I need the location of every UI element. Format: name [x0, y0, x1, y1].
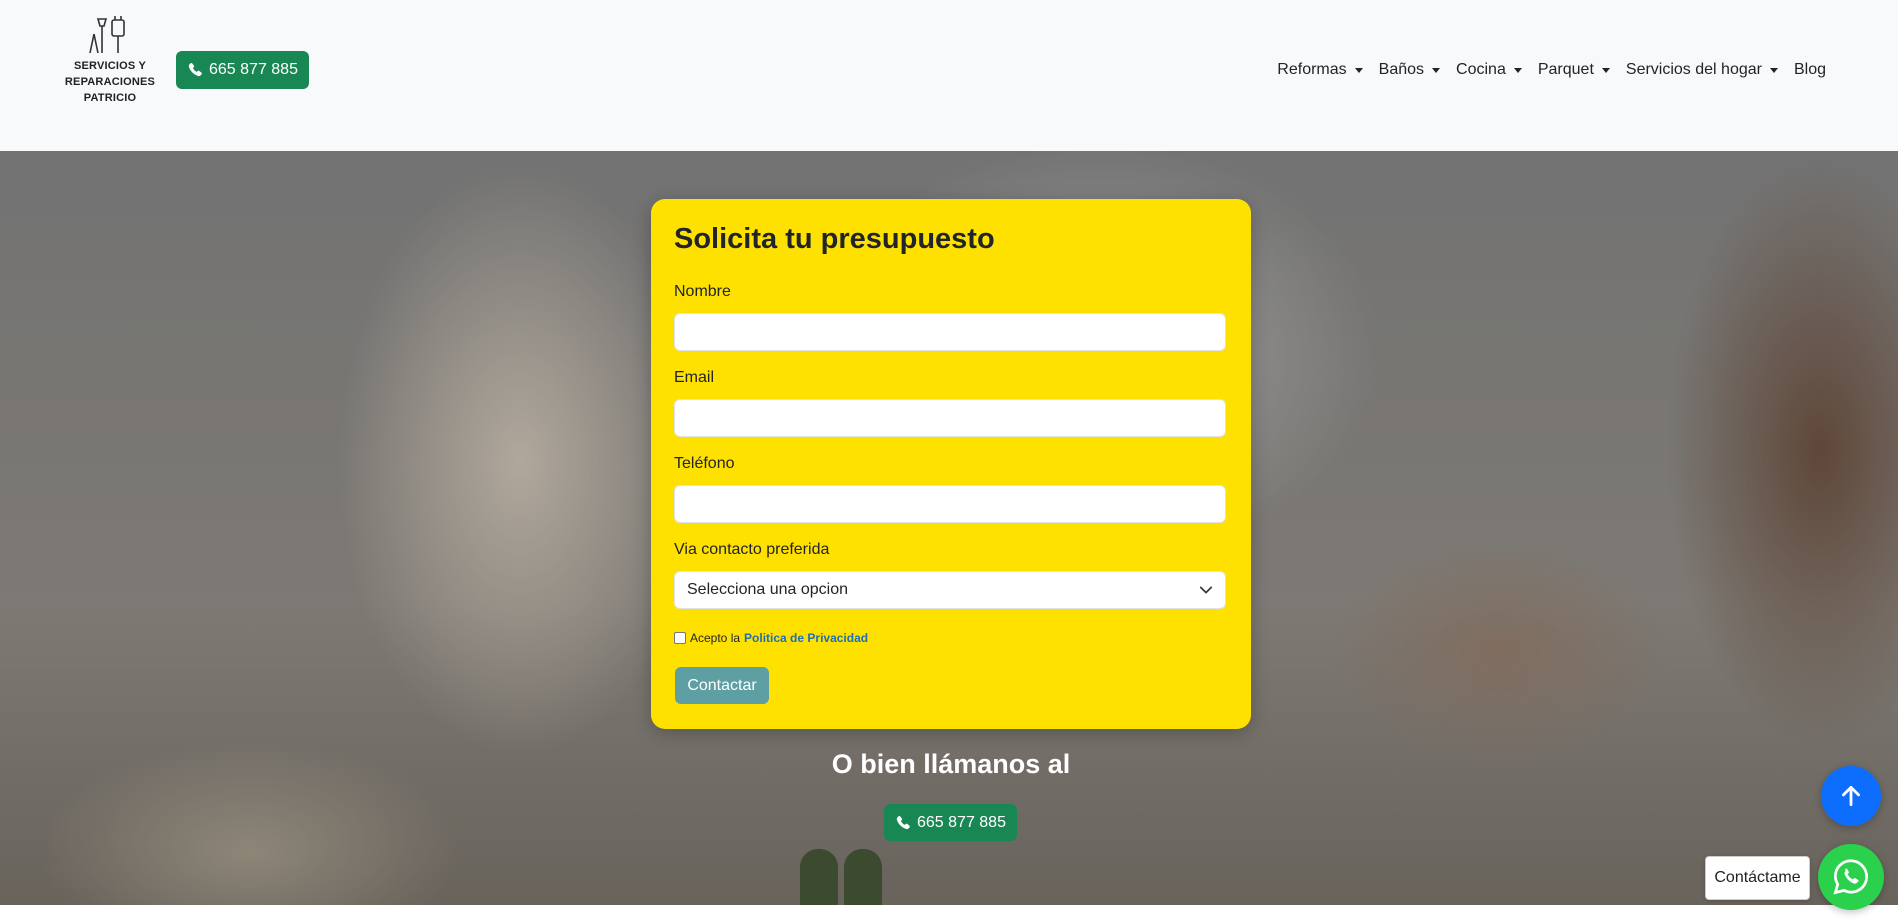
- cactus-decoration: [800, 849, 838, 905]
- contact-via-select[interactable]: Selecciona una opcion: [674, 571, 1226, 609]
- cactus-decoration: [844, 849, 882, 905]
- caret-down-icon: [1354, 67, 1363, 73]
- nav-item-reformas[interactable]: Reformas: [1269, 61, 1370, 79]
- privacy-checkbox[interactable]: [674, 632, 686, 644]
- phone-icon: [188, 62, 202, 77]
- main-nav: Reformas Baños Cocina Parquet Servicios …: [1269, 58, 1834, 82]
- scroll-to-top-button[interactable]: [1821, 766, 1881, 826]
- caret-down-icon: [1601, 67, 1610, 73]
- caret-down-icon: [1432, 67, 1441, 73]
- header-phone-label: 665 877 885: [209, 61, 298, 78]
- nav-item-parquet[interactable]: Parquet: [1530, 61, 1618, 79]
- call-us-heading: O bien llámanos al: [831, 749, 1071, 779]
- form-title: Solicita tu presupuesto: [674, 223, 995, 255]
- nav-label: Cocina: [1456, 61, 1506, 78]
- privacy-policy-link[interactable]: Politica de Privacidad: [744, 631, 868, 645]
- site-header: SERVICIOS Y REPARACIONES PATRICIO 665 87…: [0, 0, 1898, 151]
- whatsapp-icon: [1833, 859, 1869, 895]
- contact-via-selected: Selecciona una opcion: [687, 581, 849, 598]
- tools-logo-icon: [89, 16, 125, 54]
- caret-down-icon: [1769, 67, 1778, 73]
- name-input[interactable]: [674, 313, 1226, 351]
- email-label: Email: [674, 369, 715, 386]
- email-input[interactable]: [674, 399, 1226, 437]
- hero-phone-button[interactable]: 665 877 885: [884, 804, 1017, 841]
- accept-text: Acepto la: [690, 631, 741, 645]
- whatsapp-button[interactable]: [1818, 844, 1884, 910]
- chevron-down-icon: [1199, 583, 1213, 597]
- contact-me-bubble[interactable]: Contáctame: [1705, 856, 1810, 900]
- name-label: Nombre: [674, 283, 731, 300]
- header-phone-button[interactable]: 665 877 885: [176, 51, 309, 89]
- nav-label: Blog: [1793, 61, 1826, 78]
- contact-submit-button[interactable]: Contactar: [675, 667, 769, 704]
- privacy-row: Acepto la Politica de Privacidad: [674, 631, 868, 645]
- nav-label: Reformas: [1277, 61, 1347, 78]
- quote-form-card: Solicita tu presupuesto Nombre Email Tel…: [651, 199, 1251, 729]
- hero-phone-label: 665 877 885: [917, 813, 1006, 831]
- nav-label: Baños: [1378, 61, 1425, 78]
- caret-down-icon: [1513, 67, 1522, 73]
- arrow-up-icon: [1842, 785, 1860, 807]
- phone-label: Teléfono: [674, 455, 735, 472]
- nav-label: Servicios del hogar: [1625, 61, 1762, 78]
- nav-item-blog[interactable]: Blog: [1786, 61, 1834, 79]
- contact-via-label: Via contacto preferida: [674, 541, 830, 558]
- nav-item-servicios-hogar[interactable]: Servicios del hogar: [1618, 61, 1786, 79]
- nav-item-cocina[interactable]: Cocina: [1448, 61, 1530, 79]
- nav-item-banos[interactable]: Baños: [1371, 61, 1448, 79]
- logo-text: SERVICIOS Y REPARACIONES PATRICIO: [64, 60, 156, 104]
- phone-input[interactable]: [674, 485, 1226, 523]
- phone-icon: [896, 815, 910, 829]
- nav-label: Parquet: [1537, 61, 1594, 78]
- site-logo[interactable]: SERVICIOS Y REPARACIONES PATRICIO: [64, 16, 156, 112]
